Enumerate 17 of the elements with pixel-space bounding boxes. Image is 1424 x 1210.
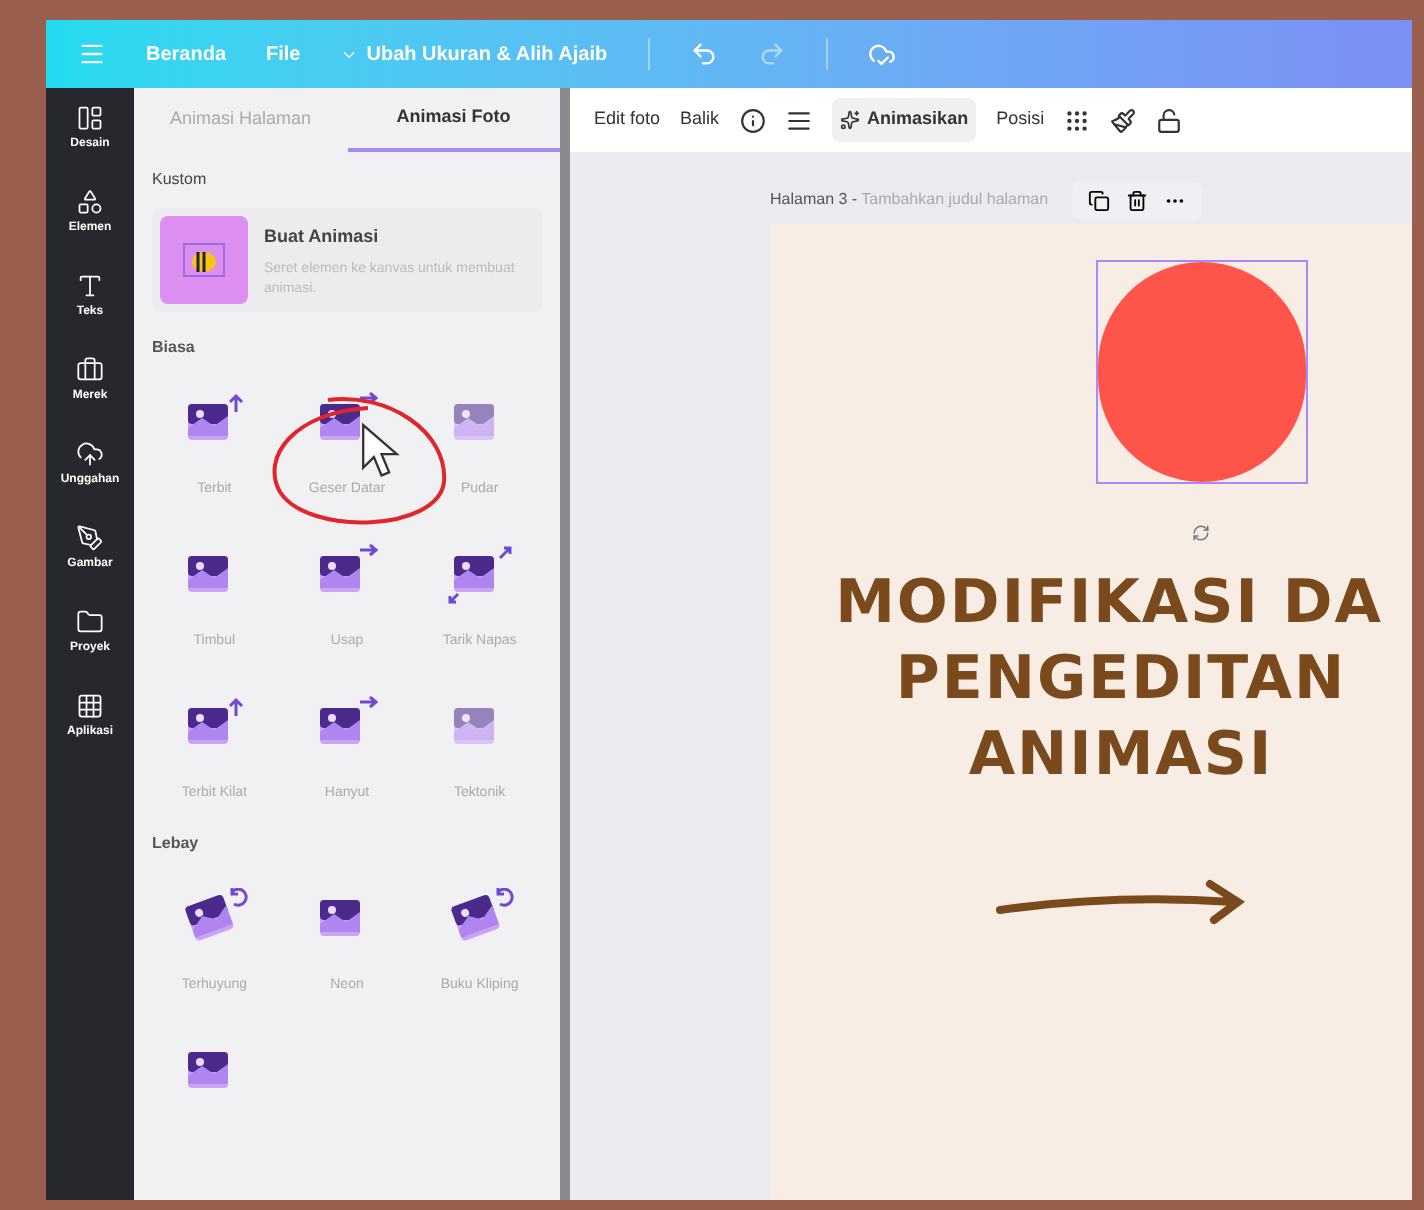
headline-text: MODIFIKASI DA — [835, 566, 1383, 642]
topbar-menu-item[interactable]: Ubah Ukuran & Alih Ajaib — [340, 39, 608, 69]
position-button[interactable]: Posisi — [996, 106, 1045, 134]
headline-text: PENGEDITAN — [895, 642, 1347, 718]
section-heading: Kustom — [152, 168, 209, 192]
toolbar-button[interactable]: Balik — [680, 106, 720, 134]
panel-tab[interactable]: Animasi Foto — [347, 88, 560, 152]
section-heading: Biasa — [152, 336, 197, 360]
animate-button[interactable]: Animasikan — [831, 98, 977, 142]
topbar-menu-item[interactable]: File — [266, 39, 301, 69]
panel-tab[interactable]: Animasi Halaman — [134, 88, 347, 152]
topbar-menu-item[interactable]: Beranda — [146, 39, 227, 69]
custom-title: Buat Animasi — [264, 224, 381, 250]
page-title: Halaman 3 - Tambahkan judul halaman — [770, 188, 1049, 212]
toolbar-button[interactable]: Edit foto — [594, 106, 661, 134]
section-heading: Lebay — [152, 832, 201, 856]
headline-text: ANIMASI — [968, 718, 1274, 794]
